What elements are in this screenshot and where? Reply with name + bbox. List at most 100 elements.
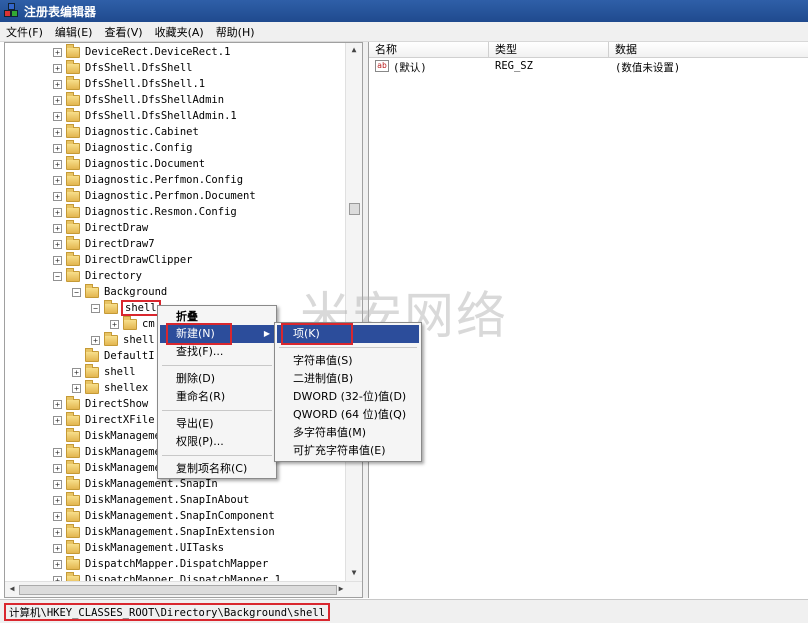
expand-toggle-icon[interactable]: + [91, 335, 100, 345]
column-header-name[interactable]: 名称 [369, 42, 489, 58]
tree-node[interactable]: + Diagnostic.Document [53, 155, 205, 172]
tree-node-label[interactable]: shell [121, 300, 161, 316]
submenu-item-multi-string[interactable]: 多字符串值(M) [293, 424, 366, 442]
menu-favorites[interactable]: 收藏夹(A) [155, 24, 204, 40]
expand-toggle-icon[interactable]: + [53, 175, 62, 185]
menu-help[interactable]: 帮助(H) [216, 24, 255, 40]
submenu-item-string[interactable]: 字符串值(S) [293, 352, 353, 370]
expand-toggle-icon[interactable]: + [53, 399, 62, 409]
tree-node[interactable]: − Directory [53, 267, 142, 284]
expand-toggle-icon[interactable]: + [53, 207, 62, 217]
expand-toggle-icon[interactable]: + [53, 191, 62, 201]
tree-node-label[interactable]: Directory [85, 270, 142, 282]
tree-node-label[interactable]: Diagnostic.Cabinet [85, 126, 199, 138]
expand-toggle-icon[interactable]: + [53, 127, 62, 137]
tree-node[interactable]: + DiskManageme [53, 459, 161, 476]
menu-item-copy-key-name[interactable]: 复制项名称(C) [176, 460, 247, 478]
tree-node-label[interactable]: DiskManageme [85, 446, 161, 458]
expand-toggle-icon[interactable]: + [53, 495, 62, 505]
tree-node-label[interactable]: DfsShell.DfsShellAdmin.1 [85, 110, 237, 122]
submenu-item-binary[interactable]: 二进制值(B) [293, 370, 353, 388]
tree-node-label[interactable]: DispatchMapper.DispatchMapper [85, 558, 268, 570]
menu-edit[interactable]: 编辑(E) [55, 24, 93, 40]
submenu-item-expand-string[interactable]: 可扩充字符串值(E) [293, 442, 386, 460]
expand-toggle-icon[interactable]: + [53, 111, 62, 121]
expand-toggle-icon[interactable]: + [53, 527, 62, 537]
tree-node[interactable]: + shell [91, 331, 155, 348]
tree-node-label[interactable]: Diagnostic.Perfmon.Config [85, 174, 243, 186]
expand-toggle-icon[interactable]: + [53, 63, 62, 73]
tree-node-label[interactable]: Background [104, 286, 167, 298]
tree-node-label[interactable]: DfsShell.DfsShell.1 [85, 78, 205, 90]
tree-node-label[interactable]: DiskManagement.SnapInAbout [85, 494, 249, 506]
menu-view[interactable]: 查看(V) [104, 24, 142, 40]
expand-toggle-icon[interactable]: + [53, 79, 62, 89]
tree-node[interactable]: + DiskManagement.SnapInComponent [53, 507, 275, 524]
tree-node-label[interactable]: DfsShell.DfsShellAdmin [85, 94, 224, 106]
expand-toggle-icon[interactable]: + [53, 143, 62, 153]
tree-horizontal-scrollbar[interactable]: ◀ ▶ [5, 581, 362, 597]
menu-item-rename[interactable]: 重命名(R) [176, 388, 225, 406]
tree-node[interactable]: + shell [72, 363, 136, 380]
expand-toggle-icon[interactable]: + [53, 223, 62, 233]
tree-node-label[interactable]: DirectDrawClipper [85, 254, 192, 266]
submenu-item-qword[interactable]: QWORD (64 位)值(Q) [293, 406, 406, 424]
tree-node-label[interactable]: DirectDraw [85, 222, 148, 234]
tree-node-label[interactable]: DeviceRect.DeviceRect.1 [85, 46, 230, 58]
tree-node[interactable]: − Background [72, 283, 167, 300]
tree-node-label[interactable]: DirectXFile [85, 414, 155, 426]
submenu-item-dword[interactable]: DWORD (32-位)值(D) [293, 388, 406, 406]
tree-node-label[interactable]: DiskManageme [85, 430, 161, 442]
tree-node[interactable]: + DfsShell.DfsShell [53, 59, 192, 76]
menu-item-export[interactable]: 导出(E) [176, 415, 214, 433]
tree-node-label[interactable]: Diagnostic.Document [85, 158, 205, 170]
tree-node[interactable]: + DirectDrawClipper [53, 251, 192, 268]
column-header-type[interactable]: 类型 [489, 42, 609, 58]
tree-node-label[interactable]: Diagnostic.Perfmon.Document [85, 190, 256, 202]
tree-node-label[interactable]: DiskManagement.UITasks [85, 542, 224, 554]
tree-node[interactable]: + DirectDraw7 [53, 235, 155, 252]
expand-toggle-icon[interactable]: + [53, 479, 62, 489]
collapse-toggle-icon[interactable]: − [72, 287, 81, 297]
tree-node[interactable]: + DfsShell.DfsShell.1 [53, 75, 205, 92]
hscroll-thumb[interactable] [19, 585, 337, 595]
expand-toggle-icon[interactable]: + [53, 255, 62, 265]
tree-node-label[interactable]: DiskManagement.SnapIn [85, 478, 218, 490]
value-row[interactable]: ab (默认) REG_SZ (数值未设置) [369, 59, 808, 75]
tree-node-label[interactable]: DirectShow [85, 398, 148, 410]
scroll-down-icon[interactable]: ▼ [348, 568, 360, 580]
tree-node[interactable]: + DiskManagement.SnapInExtension [53, 523, 275, 540]
scroll-right-icon[interactable]: ▶ [335, 584, 347, 593]
expand-toggle-icon[interactable]: + [53, 239, 62, 249]
tree-node[interactable]: + Diagnostic.Resmon.Config [53, 203, 237, 220]
expand-toggle-icon[interactable]: + [53, 47, 62, 57]
tree-node-label[interactable]: DirectDraw7 [85, 238, 155, 250]
tree-node[interactable]: + Diagnostic.Cabinet [53, 123, 199, 140]
collapse-toggle-icon[interactable]: − [53, 271, 62, 281]
tree-node-label[interactable]: shellex [104, 382, 148, 394]
tree-node[interactable]: + DeviceRect.DeviceRect.1 [53, 43, 230, 60]
expand-toggle-icon[interactable]: + [53, 95, 62, 105]
tree-node[interactable]: + DfsShell.DfsShellAdmin.1 [53, 107, 237, 124]
tree-node-label[interactable]: DefaultI [104, 350, 155, 362]
expand-toggle-icon[interactable]: + [53, 543, 62, 553]
menu-item-delete[interactable]: 删除(D) [176, 370, 215, 388]
scroll-up-icon[interactable]: ▲ [348, 45, 360, 57]
tree-node-label[interactable]: DfsShell.DfsShell [85, 62, 192, 74]
tree-node[interactable]: + DiskManagement.UITasks [53, 539, 224, 556]
tree-node[interactable]: + shellex [72, 379, 148, 396]
tree-node[interactable]: − shell [91, 299, 161, 316]
tree-node-label[interactable]: shell [104, 366, 136, 378]
tree-node-label[interactable]: cm [142, 318, 155, 330]
tree-node-label[interactable]: Diagnostic.Config [85, 142, 192, 154]
tree-node[interactable]: + Diagnostic.Config [53, 139, 192, 156]
scroll-thumb[interactable] [349, 203, 360, 215]
tree-node[interactable]: + DfsShell.DfsShellAdmin [53, 91, 224, 108]
tree-node[interactable]: DiskManageme [53, 427, 161, 444]
tree-node[interactable]: + Diagnostic.Perfmon.Config [53, 171, 243, 188]
expand-toggle-icon[interactable]: + [53, 415, 62, 425]
tree-node-label[interactable]: shell [123, 334, 155, 346]
expand-toggle-icon[interactable]: + [110, 319, 119, 329]
expand-toggle-icon[interactable]: + [53, 463, 62, 473]
column-header-data[interactable]: 数据 [609, 42, 808, 58]
